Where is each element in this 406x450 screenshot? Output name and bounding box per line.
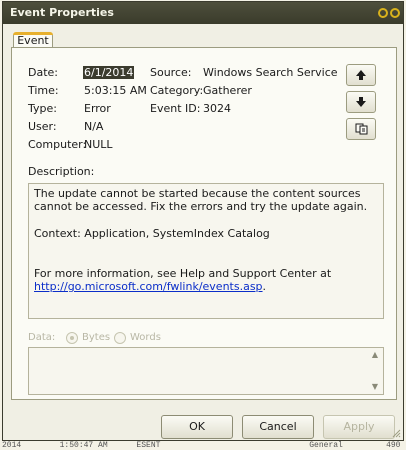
title-bar[interactable]: Event Properties <box>3 2 403 24</box>
window-title: Event Properties <box>10 6 114 19</box>
category-value: Gatherer <box>203 84 252 97</box>
date-value[interactable]: 6/1/2014 <box>83 66 135 79</box>
category-label: Category: <box>150 84 204 97</box>
type-label: Type: <box>28 102 57 115</box>
description-context: Context: Application, SystemIndex Catalo… <box>34 227 270 240</box>
event-id-label: Event ID: <box>150 102 201 115</box>
scroll-up-icon[interactable]: ▲ <box>370 350 380 360</box>
ok-button[interactable]: OK <box>161 415 233 439</box>
event-panel: Date: 6/1/2014 Time: 5:03:15 AM Type: Er… <box>11 47 397 400</box>
user-value: N/A <box>84 120 104 133</box>
bytes-radio[interactable] <box>66 332 78 344</box>
help-icon[interactable] <box>378 8 388 18</box>
arrow-down-icon <box>356 97 366 107</box>
data-label: Data: <box>28 332 56 343</box>
tab-strip: Event <box>3 24 403 49</box>
user-label: User: <box>28 120 57 133</box>
arrow-up-icon <box>356 70 366 80</box>
link-suffix: . <box>262 280 267 293</box>
help-link[interactable]: http://go.microsoft.com/fwlink/events.as… <box>34 280 263 293</box>
next-event-button[interactable] <box>346 91 376 113</box>
tab-event-label: Event <box>17 34 49 47</box>
data-box[interactable]: ▲ ▼ <box>28 347 384 395</box>
words-radio[interactable] <box>114 332 126 344</box>
computer-value: NULL <box>84 138 113 151</box>
time-value: 5:03:15 AM <box>84 84 147 97</box>
source-label: Source: <box>150 66 192 79</box>
description-label: Description: <box>28 165 95 178</box>
date-label: Date: <box>28 66 58 79</box>
cancel-button[interactable]: Cancel <box>242 415 314 439</box>
scroll-down-icon[interactable]: ▼ <box>370 382 380 392</box>
type-value: Error <box>84 102 111 115</box>
words-label: Words <box>130 332 161 343</box>
background-event-row: 2014 1:50:47 AM ESENT General 490 <box>2 441 401 450</box>
apply-button[interactable]: Apply <box>323 415 395 439</box>
event-properties-window: Event Properties Event Date: 6/1/2014 Ti… <box>2 1 404 441</box>
event-id-value: 3024 <box>203 102 231 115</box>
description-text: The update cannot be started because the… <box>34 187 368 213</box>
time-label: Time: <box>28 84 59 97</box>
source-value: Windows Search Service <box>203 66 338 79</box>
description-help-text: For more information, see Help and Suppo… <box>34 267 332 280</box>
previous-event-button[interactable] <box>346 64 376 86</box>
copy-button[interactable] <box>346 118 376 140</box>
description-box[interactable]: The update cannot be started because the… <box>28 183 384 319</box>
computer-label: Computer: <box>28 138 87 151</box>
bytes-label: Bytes <box>82 332 111 343</box>
close-icon[interactable] <box>390 8 400 18</box>
resize-grip-icon[interactable] <box>391 428 401 438</box>
copy-icon <box>355 123 368 135</box>
